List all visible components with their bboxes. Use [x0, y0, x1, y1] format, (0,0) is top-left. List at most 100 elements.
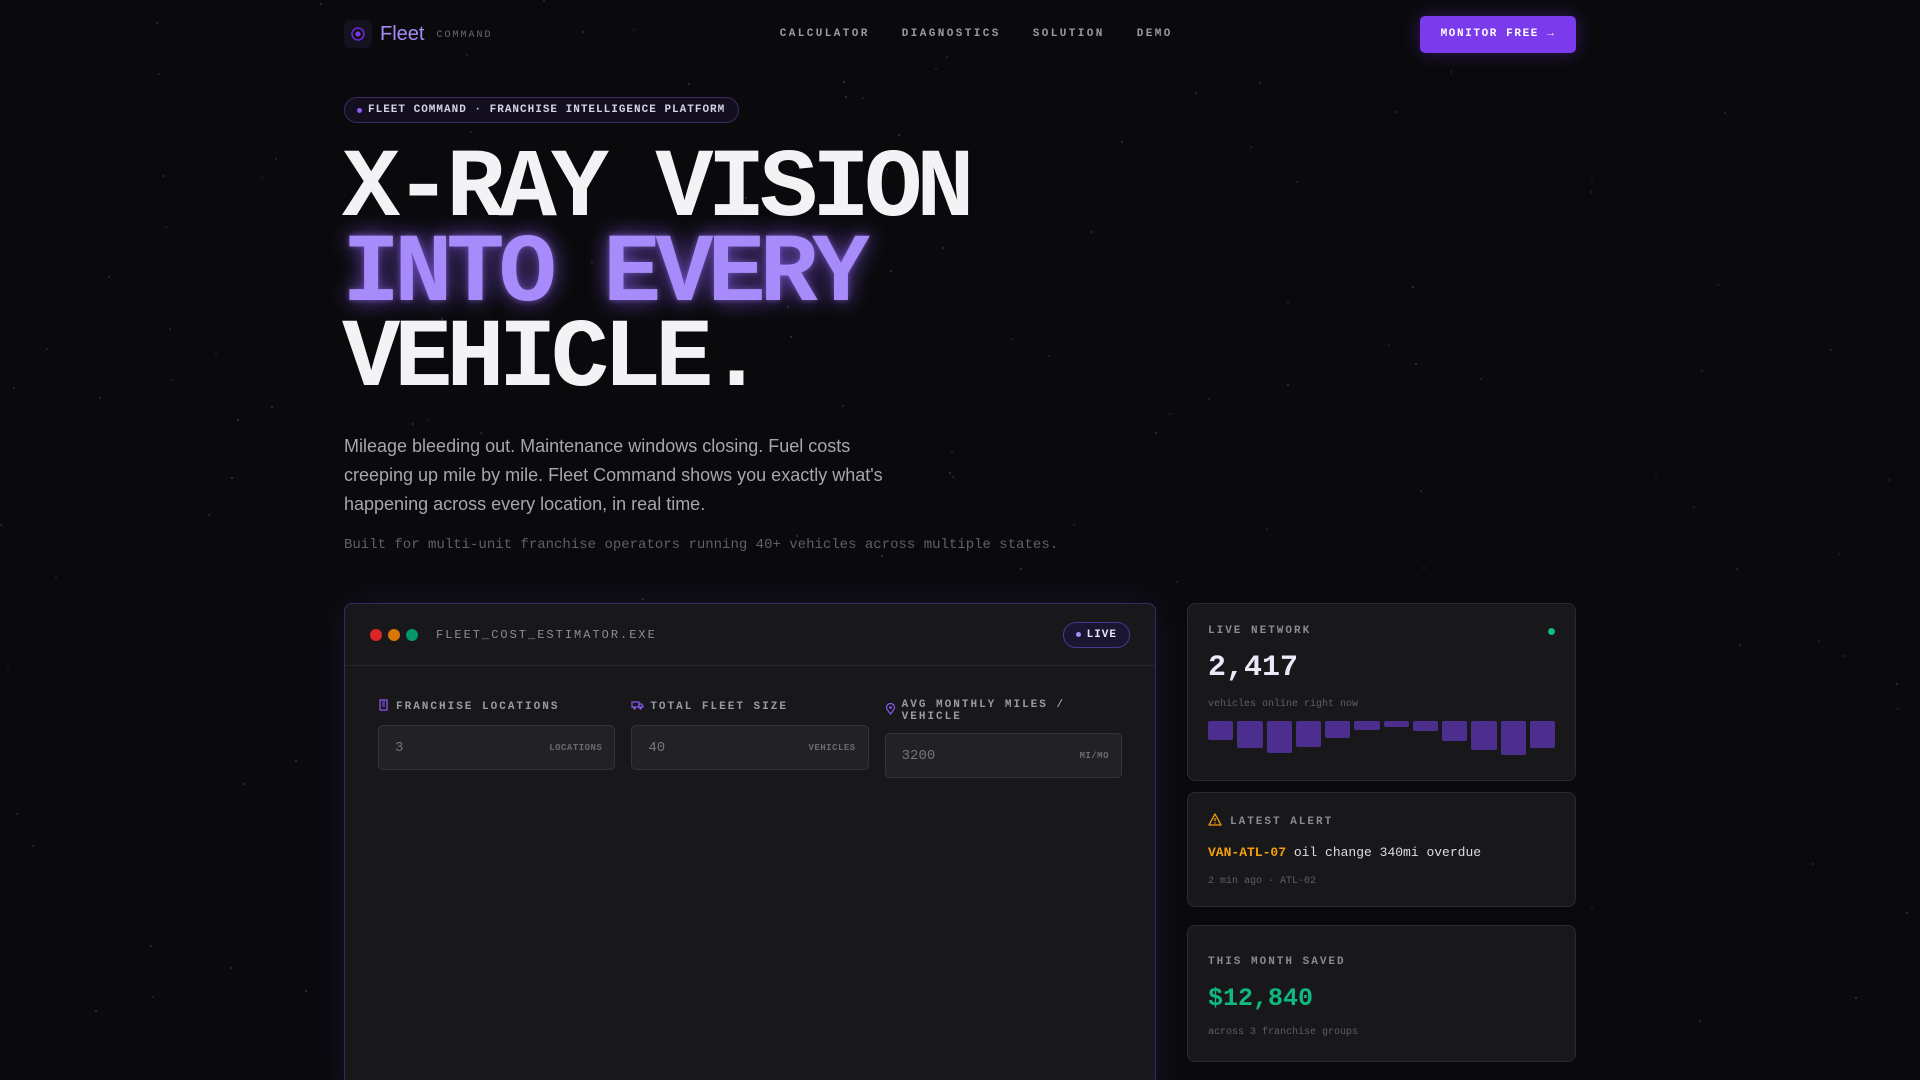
- live-status-badge: LIVE: [1062, 621, 1130, 648]
- live-network-card: LIVE NETWORK 2,417 vehicles online right…: [1187, 603, 1576, 781]
- star-dot: [95, 1010, 97, 1012]
- alert-message: VAN-ATL-07 oil change 340mi overdue: [1208, 845, 1555, 860]
- star-dot: [1121, 141, 1123, 143]
- star-dot: [275, 158, 277, 160]
- brand-logo[interactable]: Fleet COMMAND: [344, 20, 492, 48]
- star-dot: [412, 423, 414, 425]
- star-dot: [470, 131, 472, 133]
- locations-unit: LOCATIONS: [549, 742, 603, 753]
- brand-name: Fleet: [380, 22, 425, 45]
- star-dot: [1169, 413, 1171, 415]
- activity-bar: [1529, 721, 1555, 748]
- maximize-dot-icon[interactable]: [406, 628, 418, 641]
- activity-bar: [1471, 721, 1497, 750]
- star-dot: [305, 990, 307, 992]
- star-dot: [1591, 181, 1593, 183]
- savings-amount: $12,840: [1208, 984, 1314, 1013]
- star-dot: [1266, 528, 1268, 530]
- star-dot: [243, 783, 245, 785]
- star-dot: [295, 760, 297, 762]
- star-dot: [543, 0, 545, 2]
- truck-icon: [631, 699, 644, 715]
- close-dot-icon[interactable]: [370, 628, 382, 641]
- hero-subnote: Built for multi-unit franchise operators…: [344, 537, 1059, 553]
- star-dot: [230, 967, 232, 969]
- star-dot: [1388, 344, 1390, 346]
- star-dot: [1830, 349, 1832, 351]
- nav-link-demo[interactable]: DEMO: [1137, 28, 1173, 40]
- hero-headline: X-RAY VISION INTO EVERY VEHICLE.: [342, 142, 975, 415]
- field-label-text: FRANCHISE LOCATIONS: [396, 701, 560, 713]
- star-dot: [1296, 181, 1298, 183]
- online-status-icon: [1548, 627, 1555, 635]
- star-dot: [946, 56, 948, 58]
- star-dot: [162, 175, 164, 177]
- locations-input-box[interactable]: LOCATIONS: [378, 725, 616, 770]
- estimator-fields: FRANCHISE LOCATIONS LOCATIONS TOTAL FLEE…: [345, 666, 1155, 778]
- star-dot: [1739, 644, 1741, 646]
- nav-link-solution[interactable]: SOLUTION: [1033, 28, 1105, 40]
- alert-meta: 2 min ago · ATL-02: [1208, 876, 1317, 887]
- monthly-miles-input[interactable]: [901, 747, 1012, 764]
- star-dot: [1250, 146, 1252, 148]
- star-dot: [1693, 506, 1695, 508]
- nav-link-diagnostics[interactable]: DIAGNOSTICS: [902, 28, 1001, 40]
- vehicles-online-caption: vehicles online right now: [1208, 699, 1359, 710]
- monitor-free-button[interactable]: MONITOR FREE →: [1419, 15, 1576, 53]
- star-dot: [427, 419, 429, 421]
- vehicles-online-count: 2,417: [1208, 651, 1299, 685]
- star-dot: [1701, 370, 1703, 372]
- star-dot: [952, 476, 954, 478]
- star-dot: [99, 397, 101, 399]
- live-dot-icon: [1075, 632, 1081, 637]
- latest-alert-card: LATEST ALERT VAN-ATL-07 oil change 340mi…: [1187, 792, 1576, 907]
- fleet-size-unit: VEHICLES: [808, 742, 856, 753]
- nav-link-calculator[interactable]: CALCULATOR: [780, 28, 870, 40]
- star-dot: [688, 83, 690, 85]
- star-dot: [1090, 231, 1092, 233]
- field-label-text: AVG MONTHLY MILES / VEHICLE: [901, 699, 1066, 723]
- star-dot: [1888, 479, 1890, 481]
- field-total-fleet-size: TOTAL FLEET SIZE VEHICLES: [631, 699, 869, 778]
- star-dot: [55, 577, 57, 579]
- star-dot: [1208, 398, 1210, 400]
- star-dot: [843, 81, 845, 83]
- star-dot: [13, 387, 15, 389]
- estimator-titlebar: FLEET_COST_ESTIMATOR.EXE LIVE: [345, 604, 1155, 666]
- star-dot: [1420, 490, 1422, 492]
- star-dot: [1195, 92, 1197, 94]
- fleet-size-input[interactable]: [648, 739, 759, 756]
- field-label: TOTAL FLEET SIZE: [631, 699, 868, 715]
- headline-line-3: VEHICLE.: [342, 305, 766, 415]
- activity-bar: [1266, 721, 1292, 753]
- star-dot: [466, 54, 468, 56]
- star-dot: [46, 348, 48, 350]
- minimize-dot-icon[interactable]: [388, 628, 400, 641]
- map-pin-icon: [885, 702, 896, 719]
- star-dot: [1736, 568, 1738, 570]
- fleet-size-input-box[interactable]: VEHICLES: [631, 725, 869, 770]
- star-dot: [845, 96, 847, 98]
- live-status-text: LIVE: [1086, 628, 1117, 641]
- hero-description: Mileage bleeding out. Maintenance window…: [344, 436, 883, 514]
- star-dot: [208, 514, 210, 516]
- top-nav: Fleet COMMAND CALCULATOR DIAGNOSTICS SOL…: [344, 15, 1576, 53]
- star-dot: [1724, 112, 1726, 114]
- alert-vehicle-id[interactable]: VAN-ATL-07: [1208, 845, 1286, 860]
- card-label: LIVE NETWORK: [1208, 625, 1312, 637]
- field-label: AVG MONTHLY MILES / VEHICLE: [885, 699, 1122, 723]
- star-dot: [1717, 284, 1719, 286]
- activity-bar: [1237, 721, 1263, 748]
- star-dot: [935, 68, 937, 70]
- savings-caption: across 3 franchise groups: [1208, 1027, 1359, 1038]
- star-dot: [1011, 338, 1013, 340]
- star-dot: [1906, 912, 1908, 914]
- card-label: THIS MONTH SAVED: [1208, 956, 1346, 968]
- locations-input[interactable]: [395, 739, 505, 756]
- star-dot: [165, 226, 167, 228]
- miles-input-box[interactable]: MI/MO: [884, 733, 1122, 778]
- star-dot: [271, 406, 273, 408]
- field-avg-monthly-miles: AVG MONTHLY MILES / VEHICLE MI/MO: [884, 699, 1122, 778]
- star-dot: [1855, 997, 1857, 999]
- star-dot: [0, 524, 2, 526]
